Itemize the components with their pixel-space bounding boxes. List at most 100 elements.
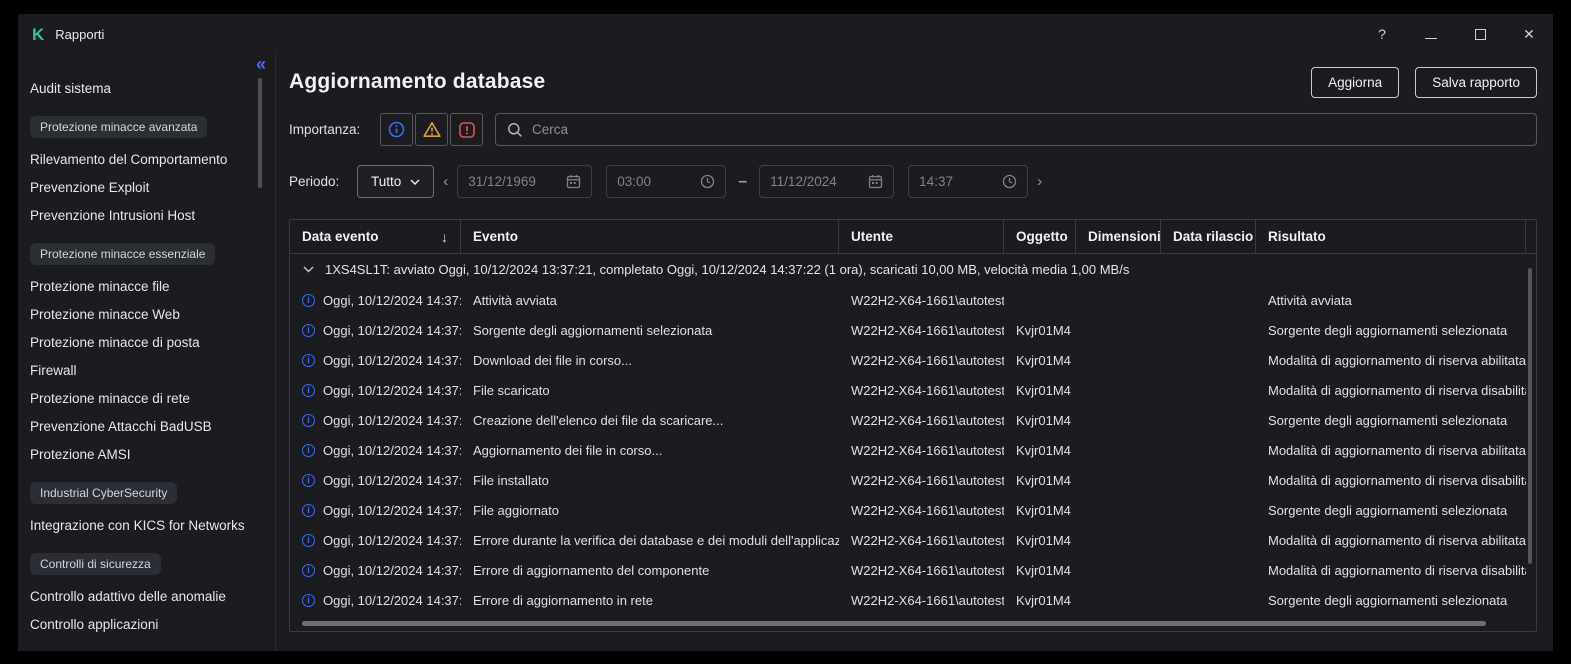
event-object: Kvjr01M4 — [1004, 413, 1076, 428]
sidebar-item[interactable]: Protezione AMSI — [18, 440, 275, 468]
table-row[interactable]: i Oggi, 10/12/2024 14:37:21 Errore duran… — [290, 525, 1536, 555]
column-header-oggetto[interactable]: Oggetto — [1004, 220, 1076, 253]
importance-info-button[interactable] — [380, 113, 413, 146]
sidebar-item[interactable]: Prevenzione Intrusioni Host — [18, 201, 275, 229]
sidebar-item[interactable]: Protezione minacce Web — [18, 300, 275, 328]
sidebar-item[interactable]: Controlli di sicurezza — [18, 553, 275, 575]
event-date: Oggi, 10/12/2024 14:37:21 — [323, 353, 461, 368]
minimize-button[interactable] — [1423, 26, 1439, 42]
sidebar-item[interactable]: Controllo adattivo delle anomalie — [18, 582, 275, 610]
event-user: W22H2-X64-1661\autotester — [839, 293, 1004, 308]
column-header-evento[interactable]: Evento — [461, 220, 839, 253]
event-result: Sorgente degli aggiornamenti selezionata — [1256, 593, 1526, 608]
sidebar-item[interactable]: Protezione minacce file — [18, 272, 275, 300]
table-row[interactable]: i Oggi, 10/12/2024 14:37:21 Errore di ag… — [290, 585, 1536, 615]
search-input[interactable] — [532, 122, 1525, 137]
table-row[interactable]: i Oggi, 10/12/2024 14:37:21 File scarica… — [290, 375, 1536, 405]
column-header-risultato[interactable]: Risultato — [1256, 220, 1526, 253]
info-icon: i — [302, 294, 315, 307]
update-button[interactable]: Aggiorna — [1311, 67, 1399, 98]
sidebar-item[interactable]: Prevenzione Attacchi BadUSB — [18, 412, 275, 440]
event-name: Errore durante la verifica dei database … — [461, 533, 839, 548]
column-header-dimensioni[interactable]: Dimensioni — [1076, 220, 1161, 253]
sidebar-item-label: Audit sistema — [30, 81, 111, 96]
sidebar-item-label: Firewall — [30, 363, 77, 378]
group-summary-row[interactable]: 1XS4SL1T: avviato Oggi, 10/12/2024 13:37… — [290, 254, 1536, 285]
period-prev-icon[interactable]: ‹ — [443, 173, 448, 190]
table-row[interactable]: i Oggi, 10/12/2024 14:37:21 Download dei… — [290, 345, 1536, 375]
sidebar-scrollbar[interactable] — [258, 78, 262, 188]
event-date: Oggi, 10/12/2024 14:37:21 — [323, 533, 461, 548]
sidebar-item[interactable]: Industrial CyberSecurity — [18, 482, 275, 504]
column-header-data-evento[interactable]: Data evento ↓ — [290, 220, 461, 253]
table-row[interactable]: i Oggi, 10/12/2024 14:37:21 Attività avv… — [290, 285, 1536, 315]
period-dropdown-value: Tutto — [371, 174, 401, 189]
table-row[interactable]: i Oggi, 10/12/2024 14:37:21 File aggiorn… — [290, 495, 1536, 525]
sidebar-item[interactable]: Protezione minacce di posta — [18, 328, 275, 356]
table-row[interactable]: i Oggi, 10/12/2024 14:37:21 Sorgente deg… — [290, 315, 1536, 345]
column-header-data-rilascio[interactable]: Data rilascio — [1161, 220, 1256, 253]
info-icon: i — [302, 324, 315, 337]
info-icon: i — [302, 504, 315, 517]
event-object: Kvjr01M4 — [1004, 323, 1076, 338]
calendar-icon — [868, 174, 883, 189]
event-result: Modalità di aggiornamento di riserva abi… — [1256, 443, 1526, 458]
event-result: Sorgente degli aggiornamenti selezionata — [1256, 503, 1526, 518]
sidebar-item-label: Controllo adattivo delle anomalie — [30, 589, 226, 604]
date-from-value: 31/12/1969 — [468, 174, 536, 189]
sidebar-item[interactable]: Firewall — [18, 356, 275, 384]
table-row[interactable]: i Oggi, 10/12/2024 14:37:21 Aggiornament… — [290, 435, 1536, 465]
collapse-sidebar-icon[interactable]: « — [256, 54, 264, 75]
event-result: Modalità di aggiornamento di riserva abi… — [1256, 533, 1526, 548]
event-result: Modalità di aggiornamento di riserva dis… — [1256, 473, 1526, 488]
table-row[interactable]: i Oggi, 10/12/2024 14:37:21 Creazione de… — [290, 405, 1536, 435]
close-button[interactable]: ✕ — [1521, 26, 1537, 42]
time-to-field[interactable]: 14:37 — [908, 165, 1028, 198]
date-from-field[interactable]: 31/12/1969 — [457, 165, 592, 198]
sidebar-item[interactable]: Integrazione con KICS for Networks — [18, 511, 275, 539]
period-dropdown[interactable]: Tutto — [357, 165, 434, 198]
date-to-value: 11/12/2024 — [770, 174, 837, 189]
sidebar-item[interactable]: Controllo applicazioni — [18, 610, 275, 638]
maximize-button[interactable] — [1472, 26, 1488, 42]
search-field[interactable] — [495, 113, 1537, 146]
help-button[interactable]: ? — [1374, 26, 1390, 42]
table-horizontal-scrollbar[interactable] — [302, 621, 1486, 626]
sidebar-item[interactable]: Audit sistema — [18, 74, 275, 102]
sidebar-item-label: Rilevamento del Comportamento — [30, 152, 227, 167]
page-title: Aggiornamento database — [289, 70, 545, 94]
period-next-icon[interactable]: › — [1037, 173, 1042, 190]
event-result: Sorgente degli aggiornamenti selezionata — [1256, 413, 1526, 428]
sidebar-item[interactable]: Protezione minacce di rete — [18, 384, 275, 412]
event-name: File scaricato — [461, 383, 839, 398]
clock-icon — [1002, 174, 1017, 189]
event-name: Aggiornamento dei file in corso... — [461, 443, 839, 458]
event-name: Errore di aggiornamento del componente — [461, 563, 839, 578]
table-row[interactable]: i Oggi, 10/12/2024 14:37:21 Errore di ag… — [290, 555, 1536, 585]
info-icon: i — [302, 444, 315, 457]
sidebar-item-label: Integrazione con KICS for Networks — [30, 518, 245, 533]
save-report-button[interactable]: Salva rapporto — [1415, 67, 1537, 98]
event-date: Oggi, 10/12/2024 14:37:21 — [323, 443, 461, 458]
sidebar-item-label: Controllo applicazioni — [30, 617, 158, 632]
sidebar-item[interactable]: Protezione minacce avanzata — [18, 116, 275, 138]
event-date: Oggi, 10/12/2024 14:37:21 — [323, 323, 461, 338]
column-header-spacer — [1526, 220, 1537, 253]
column-header-utente[interactable]: Utente — [839, 220, 1004, 253]
table-vertical-scrollbar[interactable] — [1528, 268, 1532, 564]
importance-warning-button[interactable] — [415, 113, 448, 146]
sidebar-item-label: Prevenzione Intrusioni Host — [30, 208, 195, 223]
window-title: Rapporti — [55, 27, 104, 42]
table-row[interactable]: i Oggi, 10/12/2024 14:37:21 File install… — [290, 465, 1536, 495]
sidebar-item-label: Controlli di sicurezza — [30, 553, 161, 575]
time-from-field[interactable]: 03:00 — [606, 165, 726, 198]
sidebar-item[interactable]: Protezione minacce essenziale — [18, 243, 275, 265]
importance-critical-button[interactable] — [450, 113, 483, 146]
date-to-field[interactable]: 11/12/2024 — [759, 165, 894, 198]
event-user: W22H2-X64-1661\autotester — [839, 323, 1004, 338]
calendar-icon — [566, 174, 581, 189]
sidebar-item[interactable]: Prevenzione Exploit — [18, 173, 275, 201]
critical-icon — [459, 122, 475, 138]
sidebar-item[interactable]: Rilevamento del Comportamento — [18, 145, 275, 173]
sort-descending-icon[interactable]: ↓ — [441, 229, 448, 245]
